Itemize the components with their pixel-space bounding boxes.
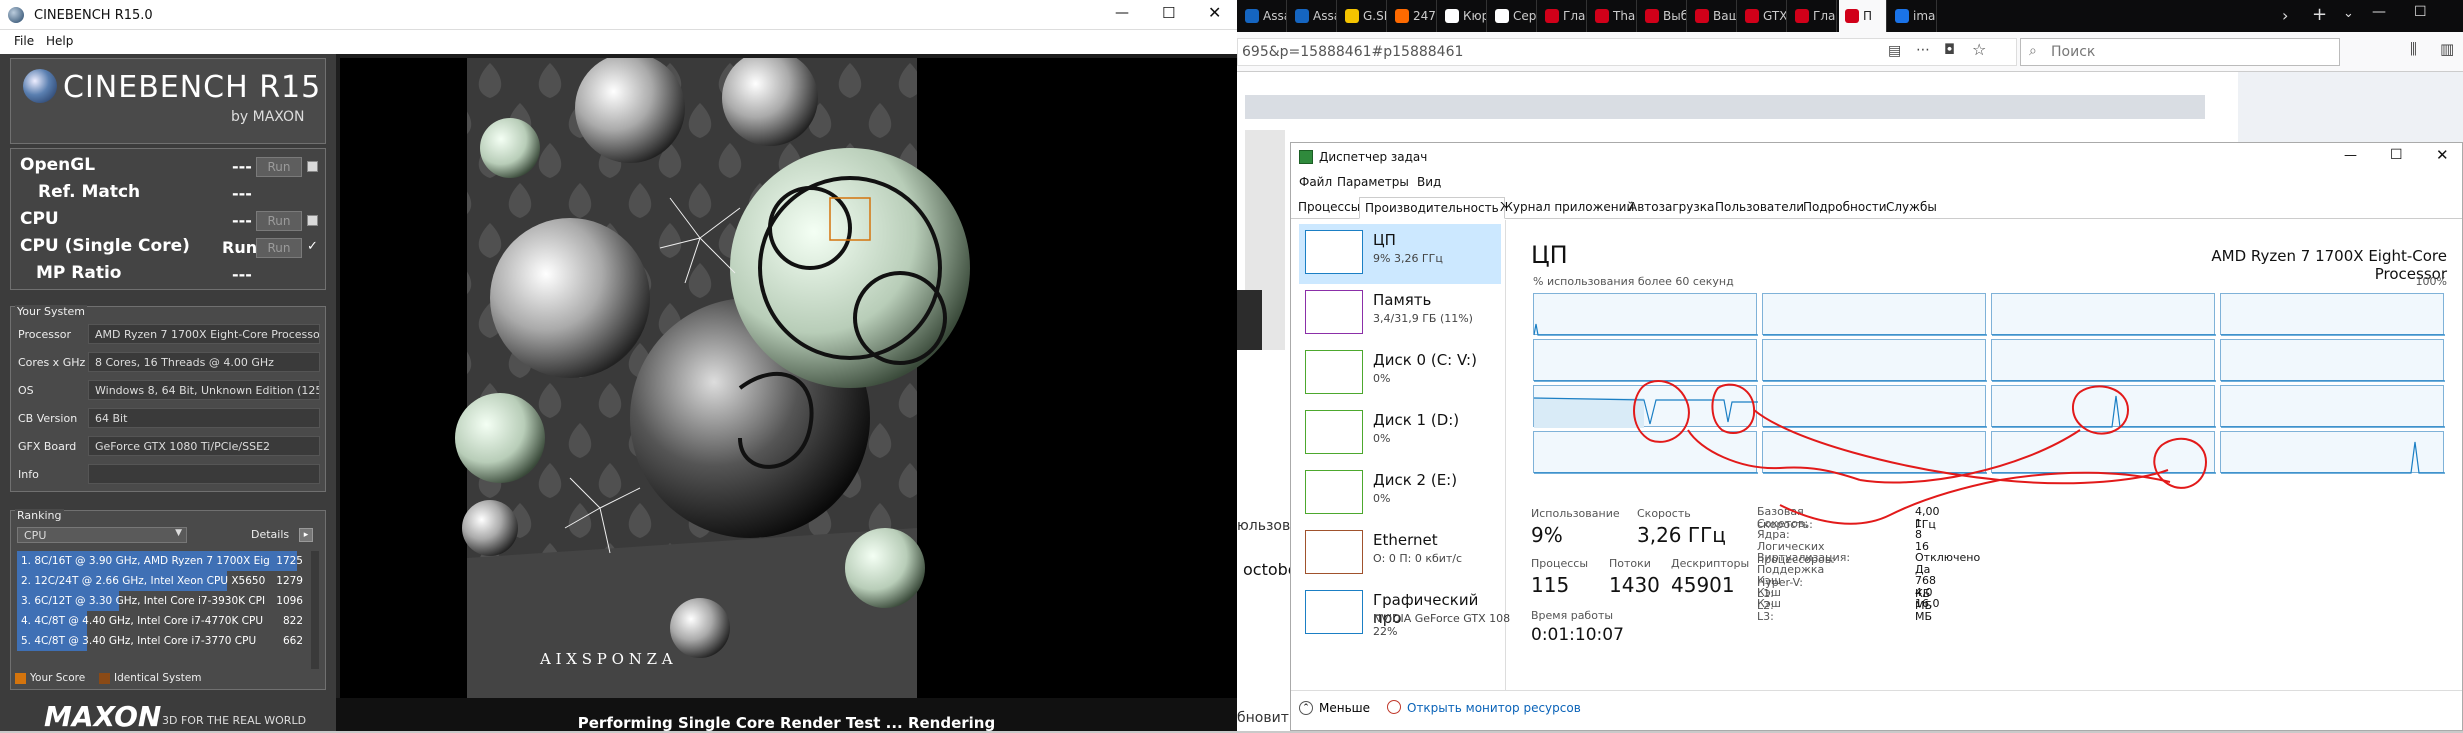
annotation-scribble <box>1633 380 2208 525</box>
